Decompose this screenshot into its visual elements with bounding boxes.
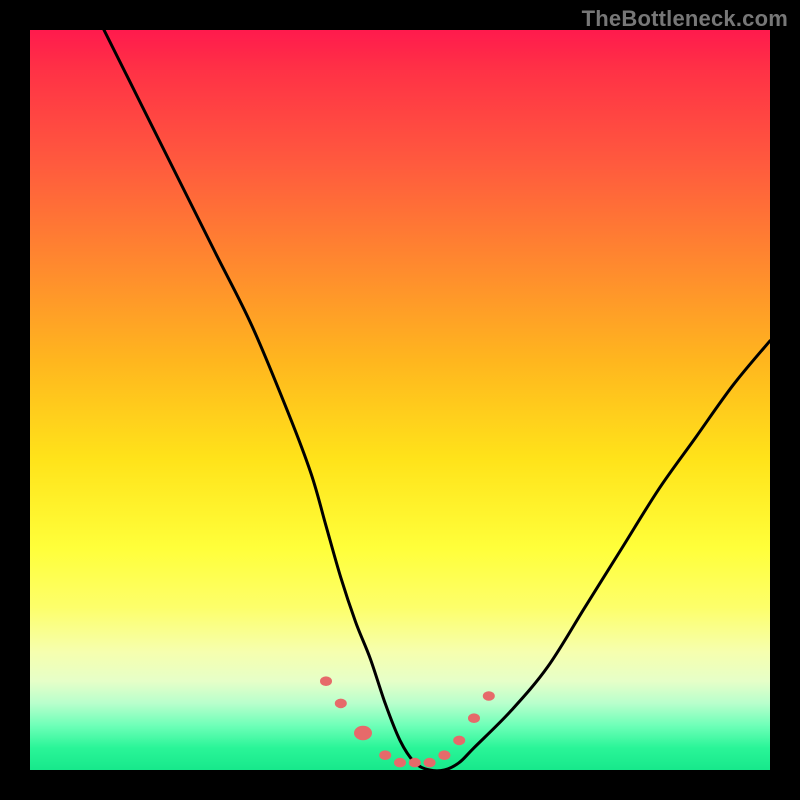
curve-marker (335, 699, 347, 709)
watermark-text: TheBottleneck.com (582, 6, 788, 32)
curve-marker (483, 691, 495, 701)
curve-marker (394, 758, 406, 768)
bottleneck-curve-path (104, 30, 770, 770)
curve-marker (409, 758, 421, 768)
curve-marker (438, 750, 450, 760)
curve-marker (354, 726, 372, 740)
curve-marker (453, 736, 465, 746)
curve-marker (320, 676, 332, 686)
chart-frame: TheBottleneck.com (0, 0, 800, 800)
plot-area (30, 30, 770, 770)
curve-marker (468, 713, 480, 723)
curve-marker (424, 758, 436, 768)
curve-marker (379, 750, 391, 760)
bottleneck-curve-svg (30, 30, 770, 770)
